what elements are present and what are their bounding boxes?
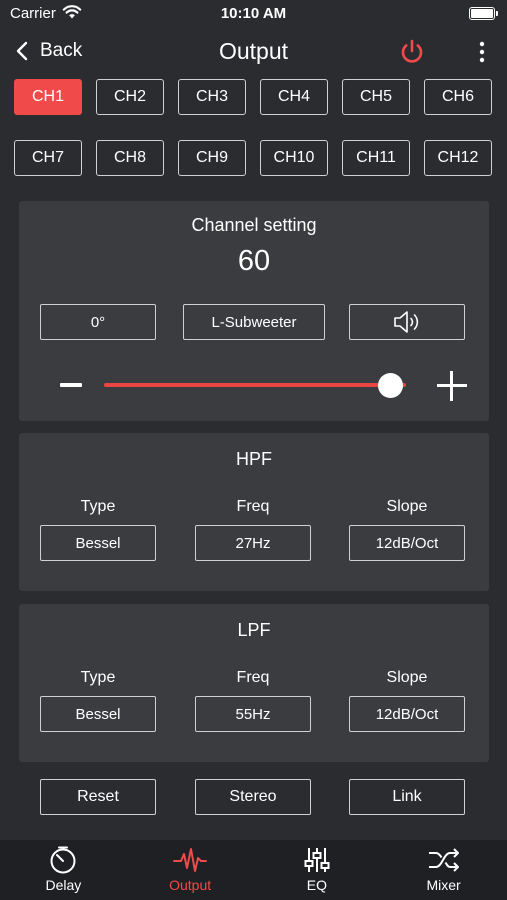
lpf-title: LPF <box>237 620 271 640</box>
hpf-panel: HPF Type Freq Slope Bessel 27Hz 12dB/Oct <box>19 433 489 591</box>
waveform-icon <box>173 848 208 872</box>
channel-selector: CH1 CH2 CH3 CH4 CH5 CH6 CH7 CH8 CH9 CH10 CH11 CH12 <box>14 79 494 176</box>
more-vertical-icon <box>479 41 485 63</box>
channel-setting-title: Channel setting <box>191 215 317 235</box>
tab-output[interactable]: Output <box>127 840 254 900</box>
channel-button-ch8[interactable]: CH8 <box>96 140 164 176</box>
power-button[interactable] <box>398 38 426 71</box>
lpf-panel: LPF Type Freq Slope Bessel 55Hz 12dB/Oct <box>19 604 489 762</box>
channel-button-ch5[interactable]: CH5 <box>342 79 410 115</box>
tab-eq[interactable]: EQ <box>254 840 381 900</box>
channel-setting-panel: Channel setting 60 0° L-Subweeter <box>19 201 489 421</box>
lpf-freq-label: Freq <box>236 669 270 686</box>
level-slider-thumb[interactable] <box>378 373 404 398</box>
channel-button-ch1[interactable]: CH1 <box>14 79 82 115</box>
tab-bar: Delay Output EQ Mixer <box>0 840 507 900</box>
power-icon <box>401 39 423 63</box>
sliders-icon <box>304 848 330 872</box>
hpf-slope-label: Slope <box>386 498 428 515</box>
channel-button-ch9[interactable]: CH9 <box>178 140 246 176</box>
more-options-button[interactable] <box>477 38 487 71</box>
channel-button-ch6[interactable]: CH6 <box>424 79 492 115</box>
lpf-type-label: Type <box>80 669 116 686</box>
tab-mixer-label: Mixer <box>426 877 461 893</box>
level-slider-track[interactable] <box>104 383 406 387</box>
status-bar: Carrier 10:10 AM <box>0 0 507 30</box>
hpf-freq-button[interactable]: 27Hz <box>195 525 311 561</box>
clock: 10:10 AM <box>220 5 287 22</box>
timer-icon <box>50 846 76 874</box>
channel-button-ch3[interactable]: CH3 <box>178 79 246 115</box>
mute-button[interactable] <box>349 304 465 340</box>
page-title: Output <box>218 38 289 64</box>
phase-button[interactable]: 0° <box>40 304 156 340</box>
hpf-slope-button[interactable]: 12dB/Oct <box>349 525 465 561</box>
channel-button-ch10[interactable]: CH10 <box>260 140 328 176</box>
nav-bar: Back Output <box>0 32 507 74</box>
link-button[interactable]: Link <box>349 779 465 815</box>
lpf-slope-button[interactable]: 12dB/Oct <box>349 696 465 732</box>
increase-button[interactable] <box>435 369 469 403</box>
lpf-type-button[interactable]: Bessel <box>40 696 156 732</box>
tab-delay[interactable]: Delay <box>0 840 127 900</box>
tab-delay-label: Delay <box>45 877 82 893</box>
shuffle-icon <box>428 848 459 872</box>
lpf-freq-button[interactable]: 55Hz <box>195 696 311 732</box>
decrease-button[interactable] <box>57 373 85 397</box>
channel-level-value: 60 <box>237 245 271 277</box>
stereo-button[interactable]: Stereo <box>195 779 311 815</box>
reset-button[interactable]: Reset <box>40 779 156 815</box>
tab-mixer[interactable]: Mixer <box>380 840 507 900</box>
channel-button-ch12[interactable]: CH12 <box>424 140 492 176</box>
channel-button-ch2[interactable]: CH2 <box>96 79 164 115</box>
channel-button-ch7[interactable]: CH7 <box>14 140 82 176</box>
speaker-icon <box>394 311 419 333</box>
tab-output-label: Output <box>169 877 212 893</box>
battery-icon <box>469 7 498 20</box>
channel-button-ch4[interactable]: CH4 <box>260 79 328 115</box>
channel-button-ch11[interactable]: CH11 <box>342 140 410 176</box>
channel-assignment-button[interactable]: L-Subweeter <box>183 304 325 340</box>
hpf-freq-label: Freq <box>236 498 270 515</box>
lpf-slope-label: Slope <box>386 669 428 686</box>
tab-eq-label: EQ <box>306 877 327 893</box>
hpf-title: HPF <box>236 449 272 469</box>
hpf-type-button[interactable]: Bessel <box>40 525 156 561</box>
hpf-type-label: Type <box>80 498 116 515</box>
